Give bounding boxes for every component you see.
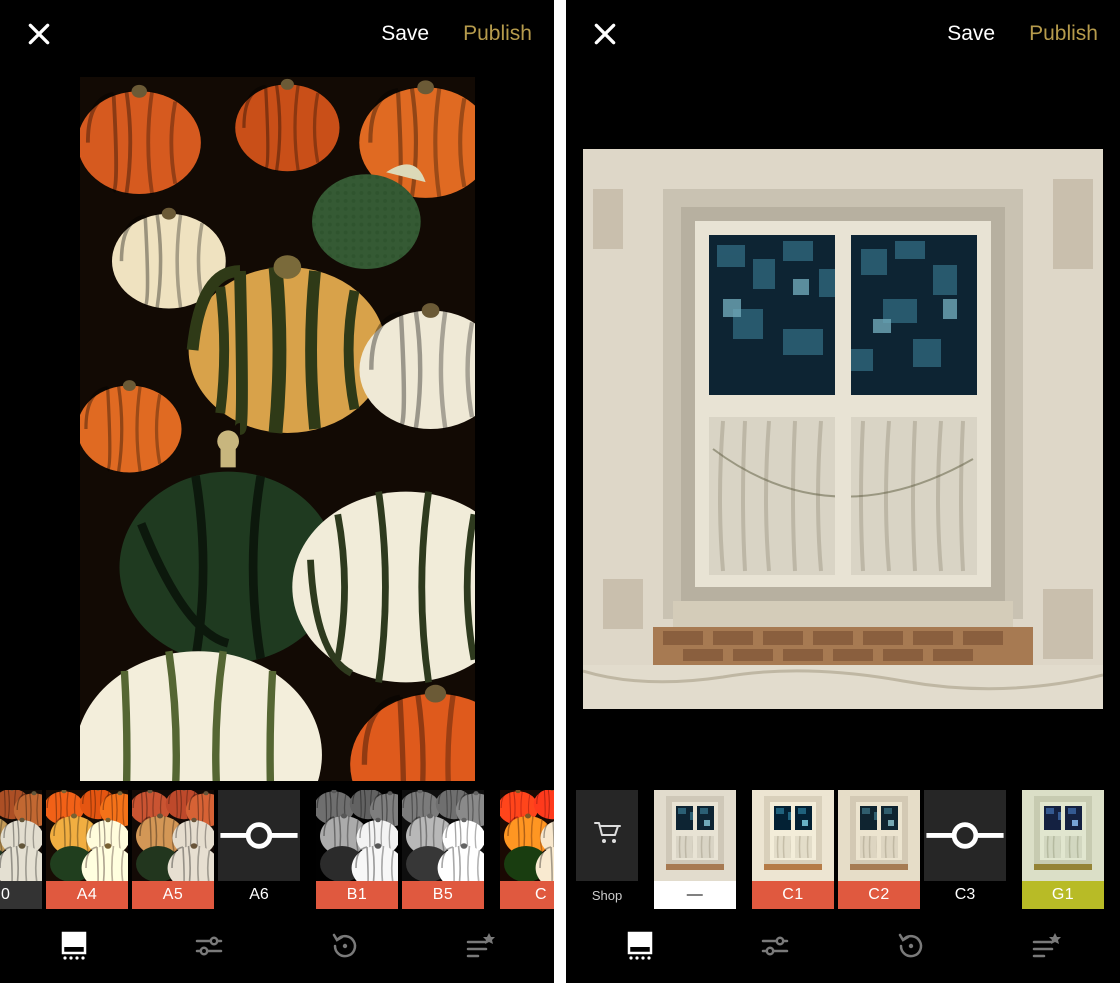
filter-thumbnail bbox=[402, 790, 484, 881]
top-bar: Save Publish bbox=[0, 0, 554, 68]
filter-label: C3 bbox=[924, 881, 1006, 909]
cart-icon bbox=[593, 820, 621, 851]
editor-screen-left: Save Publish 10A4A5A6 B1B5 C bbox=[0, 0, 554, 983]
filter-thumbnail bbox=[0, 790, 42, 881]
save-button[interactable]: Save bbox=[947, 22, 995, 46]
filter-b5[interactable]: B5 bbox=[402, 790, 484, 909]
filter-c1[interactable]: C1 bbox=[752, 790, 834, 909]
filter-c2[interactable]: C2 bbox=[838, 790, 920, 909]
bottom-dock bbox=[566, 909, 1120, 983]
filter-strip[interactable]: Shop — C1C2C3 G1 bbox=[566, 790, 1120, 909]
shop-button[interactable]: Shop bbox=[576, 790, 638, 909]
filter-label: B5 bbox=[402, 881, 484, 909]
image-preview[interactable] bbox=[0, 68, 554, 790]
filter-a4[interactable]: A4 bbox=[46, 790, 128, 909]
publish-button[interactable]: Publish bbox=[463, 22, 532, 46]
filter-—[interactable]: — bbox=[654, 790, 736, 909]
recipes-icon[interactable] bbox=[460, 926, 500, 966]
filter-thumbnail bbox=[752, 790, 834, 881]
history-icon[interactable] bbox=[325, 926, 365, 966]
presets-icon[interactable] bbox=[54, 926, 94, 966]
recipes-icon[interactable] bbox=[1026, 926, 1066, 966]
slider-icon bbox=[218, 790, 300, 881]
filter-label: C1 bbox=[752, 881, 834, 909]
sliders-icon[interactable] bbox=[189, 926, 229, 966]
filter-thumbnail bbox=[838, 790, 920, 881]
filter-label: A4 bbox=[46, 881, 128, 909]
editor-screen-right: Save Publish Shop — C1C2C3 G1 bbox=[566, 0, 1120, 983]
filter-thumbnail bbox=[132, 790, 214, 881]
filter-label: A5 bbox=[132, 881, 214, 909]
filter-thumbnail bbox=[654, 790, 736, 881]
filter-label: — bbox=[654, 881, 736, 909]
close-icon[interactable] bbox=[592, 21, 618, 47]
filter-label: A6 bbox=[218, 881, 300, 909]
filter-strip[interactable]: 10A4A5A6 B1B5 C bbox=[0, 790, 554, 909]
filter-a6[interactable]: A6 bbox=[218, 790, 300, 909]
sliders-icon[interactable] bbox=[755, 926, 795, 966]
publish-button[interactable]: Publish bbox=[1029, 22, 1098, 46]
close-icon[interactable] bbox=[26, 21, 52, 47]
presets-icon[interactable] bbox=[620, 926, 660, 966]
filter-thumbnail bbox=[46, 790, 128, 881]
save-button[interactable]: Save bbox=[381, 22, 429, 46]
filter-thumbnail bbox=[316, 790, 398, 881]
top-bar: Save Publish bbox=[566, 0, 1120, 68]
filter-label: C2 bbox=[838, 881, 920, 909]
filter-thumbnail bbox=[500, 790, 554, 881]
filter-label: C bbox=[500, 881, 554, 909]
filter-a5[interactable]: A5 bbox=[132, 790, 214, 909]
filter-label: 10 bbox=[0, 881, 42, 909]
filter-thumbnail bbox=[1022, 790, 1104, 881]
filter-c3[interactable]: C3 bbox=[924, 790, 1006, 909]
filter-10[interactable]: 10 bbox=[0, 790, 42, 909]
filter-b1[interactable]: B1 bbox=[316, 790, 398, 909]
shop-label: Shop bbox=[576, 881, 638, 909]
image-preview[interactable] bbox=[566, 68, 1120, 790]
filter-c[interactable]: C bbox=[500, 790, 554, 909]
filter-label: B1 bbox=[316, 881, 398, 909]
filter-g1[interactable]: G1 bbox=[1022, 790, 1104, 909]
bottom-dock bbox=[0, 909, 554, 983]
filter-label: G1 bbox=[1022, 881, 1104, 909]
slider-icon bbox=[924, 790, 1006, 881]
history-icon[interactable] bbox=[891, 926, 931, 966]
